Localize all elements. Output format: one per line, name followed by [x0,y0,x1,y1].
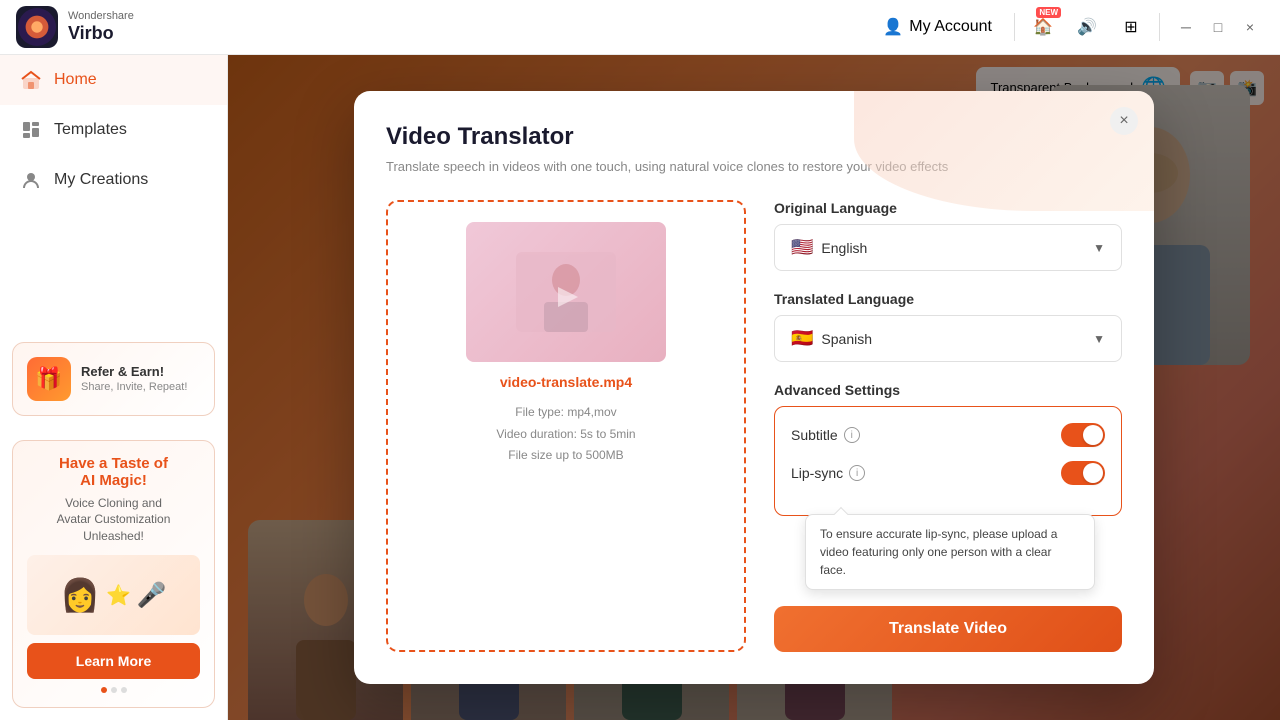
app-name: Wondershare Virbo [68,10,134,45]
translated-language-label: Translated Language [774,291,1122,307]
refer-title: Refer & Earn! [81,364,187,379]
learn-more-button[interactable]: Learn More [27,643,200,679]
chevron-down-icon-2: ▼ [1093,332,1105,346]
modal-backdrop: × Video Translator Translate speech in v… [228,55,1280,720]
tooltip-text: To ensure accurate lip-sync, please uplo… [820,527,1057,577]
lipsync-label: Lip-sync i [791,465,865,481]
refer-promo-card: 🎁 Refer & Earn! Share, Invite, Repeat! [12,342,215,416]
content-area: Transparent Background 🌐 📷 📸 [228,55,1280,720]
lipsync-toggle[interactable] [1061,461,1105,485]
sidebar-item-home[interactable]: Home [0,55,227,105]
modal-header-bg [854,91,1154,211]
account-icon: 👤 [883,17,903,37]
carousel-dots [27,687,200,693]
main-layout: Home Templates My Creations [0,55,1280,720]
original-language-select[interactable]: 🇺🇸 English ▼ [774,224,1122,271]
sound-icon-btn[interactable]: 🔊 [1071,11,1103,43]
lipsync-setting-row: Lip-sync i [791,461,1105,485]
home-nav-icon [20,69,42,91]
maximize-button[interactable]: □ [1204,13,1232,41]
upload-area[interactable]: video-translate.mp4 File type: mp4,mov V… [386,200,746,652]
video-filename: video-translate.mp4 [500,374,632,390]
lipsync-tooltip: To ensure accurate lip-sync, please uplo… [805,514,1095,590]
advanced-settings-panel: Subtitle i Lip-sync i [774,406,1122,516]
original-language-value: 🇺🇸 English [791,237,867,258]
ai-magic-title: Have a Taste of AI Magic! [27,455,200,489]
settings-panel: Original Language 🇺🇸 English ▼ Translate… [774,200,1122,652]
home-nav-label: Home [54,71,97,89]
ai-magic-description: Voice Cloning and Avatar Customization U… [27,495,200,545]
translated-language-select[interactable]: 🇪🇸 Spanish ▼ [774,315,1122,362]
advanced-settings-label: Advanced Settings [774,382,1122,398]
close-window-button[interactable]: × [1236,13,1264,41]
minimize-button[interactable]: ─ [1172,13,1200,41]
video-file-type: File type: mp4,mov Video duration: 5s to… [496,402,635,467]
modal-close-button[interactable]: × [1110,107,1138,135]
account-button[interactable]: 👤 My Account [873,11,1002,43]
gift-icon: 🎁 [27,357,71,401]
subtitle-toggle[interactable] [1061,423,1105,447]
toggle-knob [1083,425,1103,445]
dot-1 [101,687,107,693]
account-label: My Account [909,18,992,36]
app-branding: Wondershare Virbo [16,6,134,48]
sidebar-item-templates[interactable]: Templates [0,105,227,155]
dot-2 [111,687,117,693]
templates-nav-label: Templates [54,121,127,139]
refer-promo-text: Refer & Earn! Share, Invite, Repeat! [81,364,187,393]
modal-subtitle: Translate speech in videos with one touc… [386,157,1122,177]
grid-icon-btn[interactable]: ⊞ [1115,11,1147,43]
ai-magic-illustration: 👩 ⭐ 🎤 [27,555,200,635]
translate-video-button[interactable]: Translate Video [774,606,1122,652]
window-controls: ─ □ × [1172,13,1264,41]
title-bar-right: 👤 My Account NEW 🏠 🔊 ⊞ ─ □ × [873,11,1264,43]
chevron-down-icon: ▼ [1093,241,1105,255]
sidebar-item-creations[interactable]: My Creations [0,155,227,205]
lipsync-toggle-knob [1083,463,1103,483]
flag-en: 🇺🇸 [791,237,813,258]
modal-title: Video Translator [386,123,1122,151]
subtitle-label: Subtitle i [791,427,860,443]
ai-magic-promo-card: Have a Taste of AI Magic! Voice Cloning … [12,440,215,708]
templates-nav-icon [20,119,42,141]
modal-body: video-translate.mp4 File type: mp4,mov V… [386,200,1122,652]
original-language-label: Original Language [774,200,1122,216]
tooltip-arrow [834,507,848,521]
translated-language-value: 🇪🇸 Spanish [791,328,872,349]
subtitle-setting-row: Subtitle i [791,423,1105,447]
creations-nav-icon [20,169,42,191]
divider [1014,13,1015,41]
new-badge: NEW [1036,7,1061,18]
title-bar: Wondershare Virbo 👤 My Account NEW 🏠 🔊 ⊞… [0,0,1280,55]
video-preview [466,222,666,362]
subtitle-info-icon[interactable]: i [844,427,860,443]
app-logo [16,6,58,48]
refer-subtitle: Share, Invite, Repeat! [81,381,187,393]
video-translator-modal: × Video Translator Translate speech in v… [354,91,1154,685]
dot-3 [121,687,127,693]
flag-es: 🇪🇸 [791,328,813,349]
sidebar: Home Templates My Creations [0,55,228,720]
home-icon-btn[interactable]: NEW 🏠 [1027,11,1059,43]
divider2 [1159,13,1160,41]
creations-nav-label: My Creations [54,171,148,189]
lipsync-info-icon[interactable]: i [849,465,865,481]
